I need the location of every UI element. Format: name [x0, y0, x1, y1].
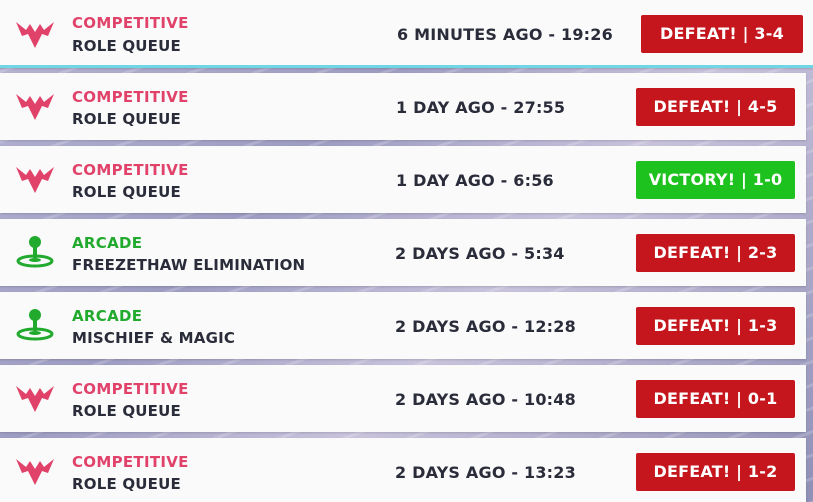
match-time-label: 6 MINUTES AGO - 19:26 [397, 25, 613, 44]
competitive-icon [14, 163, 56, 197]
match-time-label: 2 DAYS AGO - 12:28 [395, 317, 576, 336]
match-time-label: 2 DAYS AGO - 5:34 [395, 244, 565, 263]
match-time-label: 1 DAY AGO - 27:55 [396, 98, 566, 117]
game-submode-label: ROLE QUEUE [72, 475, 181, 493]
game-mode-label: COMPETITIVE [72, 161, 189, 179]
match-time-label: 2 DAYS AGO - 10:48 [395, 390, 576, 409]
competitive-icon [14, 382, 56, 416]
game-submode-label: MISCHIEF & MAGIC [72, 329, 236, 347]
game-mode-label: COMPETITIVE [72, 14, 189, 32]
game-submode-label: ROLE QUEUE [72, 402, 181, 420]
game-mode-label: COMPETITIVE [72, 453, 189, 471]
match-time-label: 2 DAYS AGO - 13:23 [395, 463, 576, 482]
match-row[interactable]: COMPETITIVE ROLE QUEUE 2 DAYS AGO - 13:2… [0, 438, 806, 502]
result-badge: DEFEAT! | 1-2 [636, 453, 795, 491]
match-history-list: COMPETITIVE ROLE QUEUE 6 MINUTES AGO - 1… [0, 0, 813, 502]
match-row[interactable]: COMPETITIVE ROLE QUEUE 6 MINUTES AGO - 1… [0, 0, 813, 68]
game-mode-label: COMPETITIVE [72, 88, 189, 106]
match-row[interactable]: ARCADE MISCHIEF & MAGIC 2 DAYS AGO - 12:… [0, 292, 806, 359]
joystick-icon [14, 307, 56, 341]
match-time-label: 1 DAY AGO - 6:56 [396, 171, 554, 190]
game-mode-label: ARCADE [72, 307, 143, 325]
game-submode-label: FREEZETHAW ELIMINATION [72, 256, 306, 274]
game-submode-label: ROLE QUEUE [72, 110, 181, 128]
result-badge: DEFEAT! | 3-4 [641, 15, 803, 53]
game-submode-label: ROLE QUEUE [72, 37, 181, 55]
match-row[interactable]: ARCADE FREEZETHAW ELIMINATION 2 DAYS AGO… [0, 219, 806, 286]
competitive-icon [14, 90, 56, 124]
competitive-icon [14, 18, 56, 52]
result-badge: DEFEAT! | 2-3 [636, 234, 795, 272]
match-row[interactable]: COMPETITIVE ROLE QUEUE 2 DAYS AGO - 10:4… [0, 365, 806, 432]
competitive-icon [14, 455, 56, 489]
game-mode-label: ARCADE [72, 234, 143, 252]
game-submode-label: ROLE QUEUE [72, 183, 181, 201]
result-badge: DEFEAT! | 0-1 [636, 380, 795, 418]
match-row[interactable]: COMPETITIVE ROLE QUEUE 1 DAY AGO - 27:55… [0, 73, 806, 140]
result-badge: DEFEAT! | 1-3 [636, 307, 795, 345]
result-badge: VICTORY! | 1-0 [636, 161, 795, 199]
result-badge: DEFEAT! | 4-5 [636, 88, 795, 126]
match-row[interactable]: COMPETITIVE ROLE QUEUE 1 DAY AGO - 6:56 … [0, 146, 806, 213]
game-mode-label: COMPETITIVE [72, 380, 189, 398]
joystick-icon [14, 234, 56, 268]
